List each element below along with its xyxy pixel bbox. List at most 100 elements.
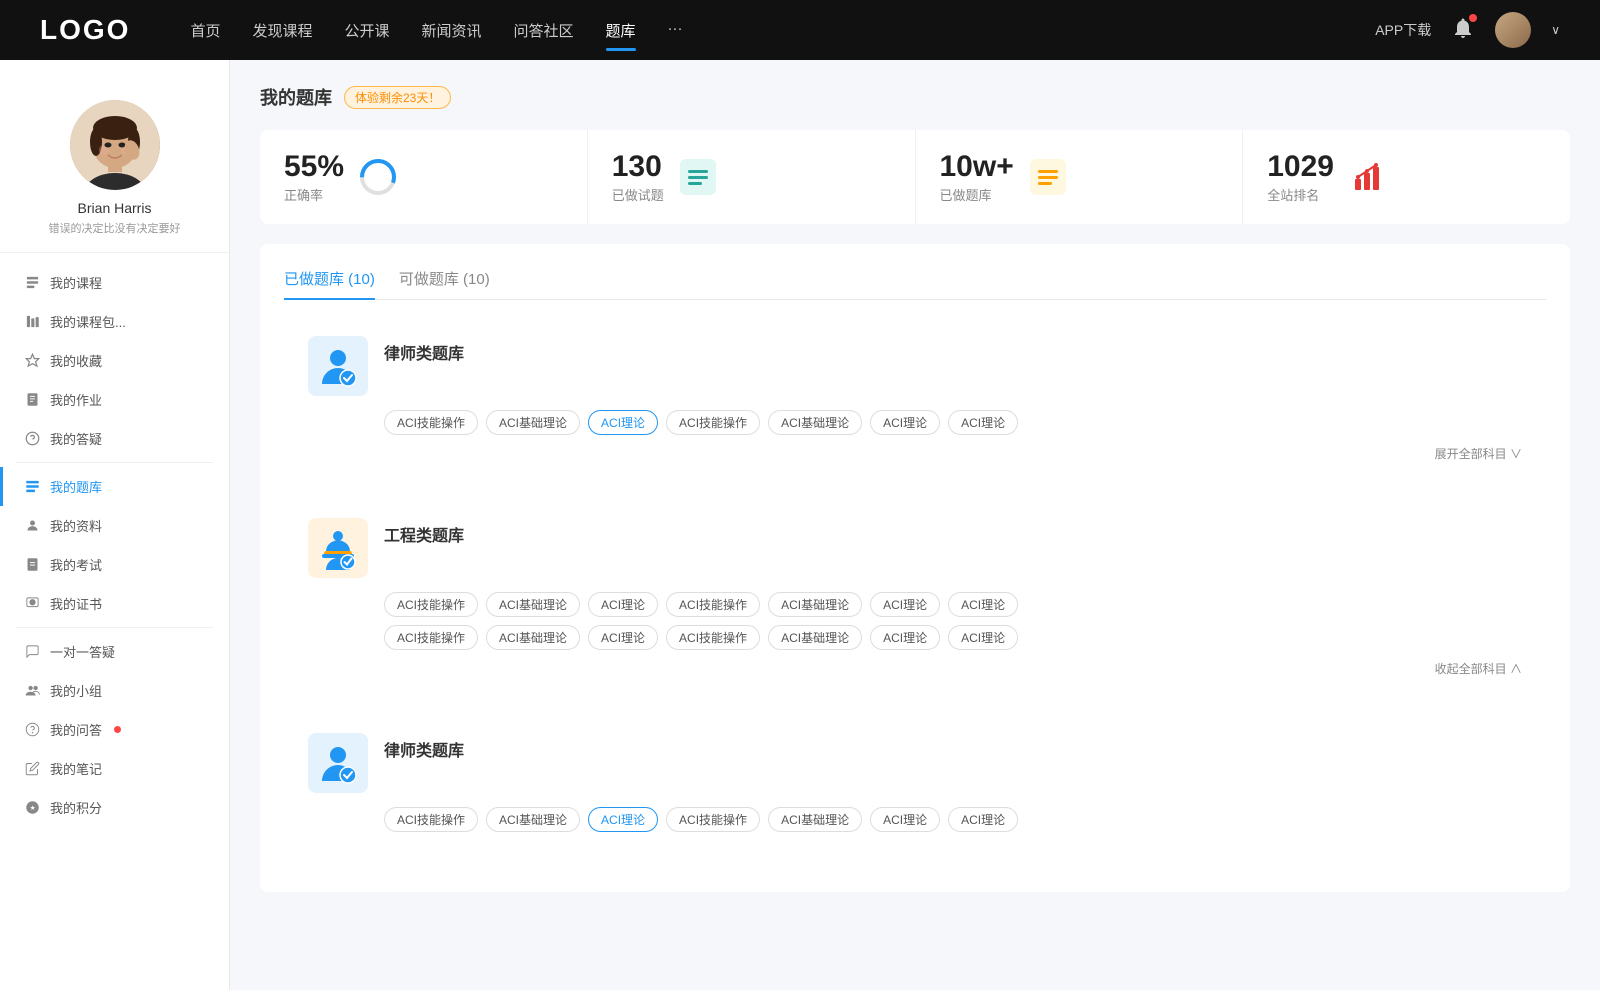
bank-tag[interactable]: ACI理论: [870, 592, 940, 617]
sidebar-item-my-courses[interactable]: 我的课程: [0, 263, 229, 302]
trial-badge: 体验剩余23天！: [344, 86, 451, 109]
sidebar-item-my-favorites[interactable]: 我的收藏: [0, 341, 229, 380]
bank-tag[interactable]: ACI基础理论: [768, 807, 862, 832]
stat-banks-done-value: 10w+: [940, 150, 1014, 183]
bank-tag[interactable]: ACI基础理论: [486, 625, 580, 650]
bank-card-lawyer-1-footer: 展开全部科目 ∨: [308, 445, 1522, 462]
one-on-one-icon: [24, 644, 40, 660]
bank-card-lawyer-2-header: 律师类题库: [308, 733, 1522, 793]
bank-tag[interactable]: ACI理论: [588, 592, 658, 617]
sidebar-item-my-notes[interactable]: 我的笔记: [0, 749, 229, 788]
bank-tag[interactable]: ACI理论: [588, 625, 658, 650]
sidebar: Brian Harris 错误的决定比没有决定要好 我的课程 我的课程包...: [0, 60, 230, 990]
bank-tags-engineer-row1: ACI技能操作 ACI基础理论 ACI理论 ACI技能操作 ACI基础理论 AC…: [384, 592, 1522, 617]
navbar-nav: 首页 发现课程 公开课 新闻资讯 问答社区 题库 ···: [190, 16, 1375, 45]
sidebar-item-my-qa[interactable]: 我的问答: [0, 710, 229, 749]
nav-news[interactable]: 新闻资讯: [422, 16, 482, 45]
my-exams-icon: [24, 557, 40, 573]
sidebar-item-my-bank[interactable]: 我的题库: [0, 467, 229, 506]
bank-tag[interactable]: ACI理论: [948, 807, 1018, 832]
sidebar-item-my-group[interactable]: 我的小组: [0, 671, 229, 710]
bank-tag[interactable]: ACI理论: [870, 410, 940, 435]
sidebar-item-my-points[interactable]: ★ 我的积分: [0, 788, 229, 827]
sidebar-item-my-certificates[interactable]: 我的证书: [0, 584, 229, 623]
navbar-logo: LOGO: [40, 14, 130, 46]
sidebar-profile: Brian Harris 错误的决定比没有决定要好: [0, 80, 229, 253]
sidebar-item-my-questions[interactable]: 我的答疑: [0, 419, 229, 458]
engineer-icon-svg: [316, 526, 360, 570]
sidebar-item-my-profile[interactable]: 我的资料: [0, 506, 229, 545]
sidebar-menu: 我的课程 我的课程包... 我的收藏 我的作业: [0, 253, 229, 837]
avatar-image: [1495, 12, 1531, 48]
bank-tag[interactable]: ACI理论: [870, 807, 940, 832]
bank-tag[interactable]: ACI技能操作: [666, 592, 760, 617]
list-yellow-icon: [1030, 159, 1066, 195]
nav-more[interactable]: ···: [668, 16, 683, 45]
stat-questions-done-label: 已做试题: [612, 185, 664, 204]
qa-notification-dot: [114, 726, 121, 733]
nav-question-bank[interactable]: 题库: [606, 16, 636, 45]
bank-tag[interactable]: ACI理论: [870, 625, 940, 650]
stat-correct-rate-icon: [358, 157, 398, 197]
nav-open-course[interactable]: 公开课: [344, 16, 389, 45]
list-teal-icon: [680, 159, 716, 195]
sidebar-item-my-homework[interactable]: 我的作业: [0, 380, 229, 419]
stat-banks-done-label: 已做题库: [940, 185, 1014, 204]
bank-title-engineer: 工程类题库: [384, 522, 464, 546]
bank-tag[interactable]: ACI技能操作: [384, 625, 478, 650]
sidebar-item-my-packages[interactable]: 我的课程包...: [0, 302, 229, 341]
nav-home[interactable]: 首页: [190, 16, 220, 45]
lawyer-bank-icon-2: [308, 733, 368, 793]
bank-tag[interactable]: ACI理论: [948, 592, 1018, 617]
sidebar-item-my-exams[interactable]: 我的考试: [0, 545, 229, 584]
lawyer-icon-svg-2: [316, 741, 360, 785]
tab-available[interactable]: 可做题库 (10): [399, 268, 490, 299]
bank-tag[interactable]: ACI技能操作: [666, 625, 760, 650]
bank-tag[interactable]: ACI基础理论: [768, 410, 862, 435]
bank-tag[interactable]: ACI基础理论: [486, 592, 580, 617]
stat-banks-done-icon: [1028, 157, 1068, 197]
sidebar-user-motto: 错误的决定比没有决定要好: [49, 220, 181, 236]
user-avatar[interactable]: [1495, 12, 1531, 48]
bank-tag[interactable]: ACI技能操作: [384, 592, 478, 617]
bank-tag[interactable]: ACI技能操作: [666, 410, 760, 435]
stat-correct-rate-value: 55%: [284, 150, 344, 183]
sidebar-item-one-on-one[interactable]: 一对一答疑: [0, 632, 229, 671]
collapse-button-engineer[interactable]: 收起全部科目 ∧: [1435, 660, 1522, 677]
stat-questions-done-icon: [678, 157, 718, 197]
bank-tag[interactable]: ACI基础理论: [486, 410, 580, 435]
notification-bell[interactable]: [1451, 16, 1475, 45]
my-group-icon: [24, 683, 40, 699]
bank-tag[interactable]: ACI基础理论: [486, 807, 580, 832]
stat-site-rank: 1029 全站排名: [1243, 130, 1570, 224]
my-courses-icon: [24, 275, 40, 291]
svg-text:★: ★: [29, 805, 35, 812]
expand-button-lawyer-1[interactable]: 展开全部科目 ∨: [1435, 445, 1522, 462]
bank-title-lawyer-2: 律师类题库: [384, 737, 464, 761]
sidebar-user-name: Brian Harris: [78, 200, 152, 216]
my-questions-icon: [24, 431, 40, 447]
notification-badge: [1469, 14, 1477, 22]
page-title: 我的题库: [260, 84, 332, 110]
stat-questions-done: 130 已做试题: [588, 130, 916, 224]
menu-divider-1: [16, 462, 213, 463]
bank-tag[interactable]: ACI理论: [948, 410, 1018, 435]
bank-tag[interactable]: ACI基础理论: [768, 625, 862, 650]
user-dropdown-arrow[interactable]: ∨: [1551, 23, 1560, 37]
bank-tag[interactable]: ACI技能操作: [666, 807, 760, 832]
my-bank-icon: [24, 479, 40, 495]
nav-courses[interactable]: 发现课程: [252, 16, 312, 45]
bank-tags-engineer-row2: ACI技能操作 ACI基础理论 ACI理论 ACI技能操作 ACI基础理论 AC…: [384, 625, 1522, 650]
bank-tag-active[interactable]: ACI理论: [588, 807, 658, 832]
bank-tag[interactable]: ACI技能操作: [384, 410, 478, 435]
nav-qa[interactable]: 问答社区: [514, 16, 574, 45]
tabs-row: 已做题库 (10) 可做题库 (10): [284, 268, 1546, 300]
bank-tag[interactable]: ACI基础理论: [768, 592, 862, 617]
bank-tag[interactable]: ACI理论: [948, 625, 1018, 650]
tab-done[interactable]: 已做题库 (10): [284, 268, 375, 299]
app-download-button[interactable]: APP下载: [1375, 20, 1431, 40]
sidebar-avatar: [70, 100, 160, 190]
bank-tag-active[interactable]: ACI理论: [588, 410, 658, 435]
main-layout: Brian Harris 错误的决定比没有决定要好 我的课程 我的课程包...: [0, 60, 1600, 990]
bank-tag[interactable]: ACI技能操作: [384, 807, 478, 832]
